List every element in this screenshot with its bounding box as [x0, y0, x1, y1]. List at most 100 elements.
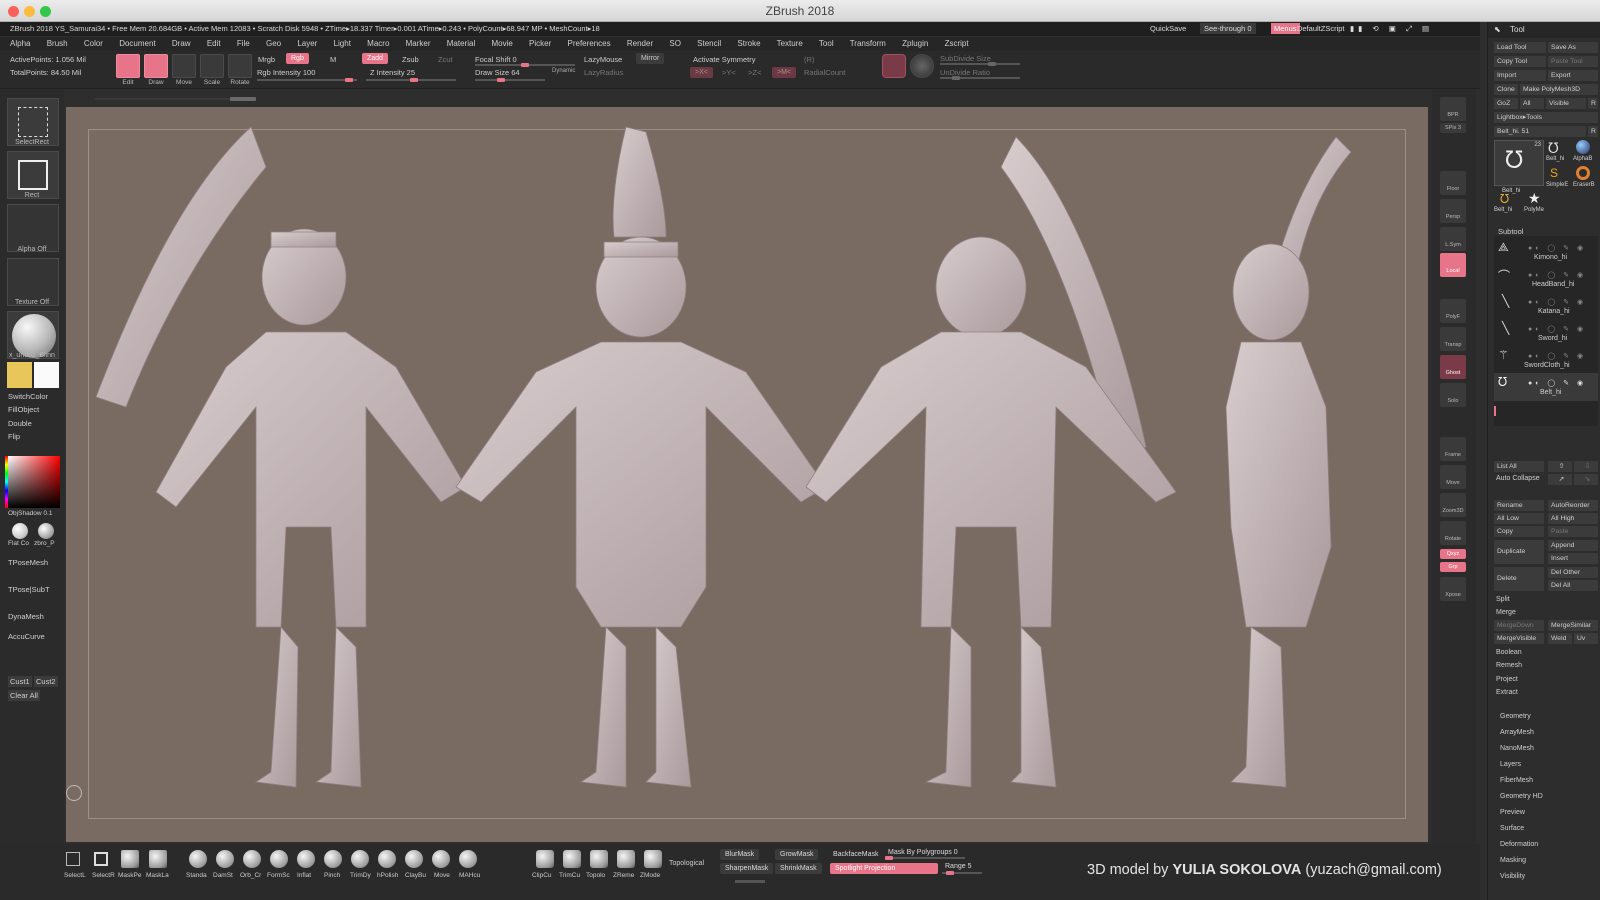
polyf-button[interactable]: PolyF: [1440, 299, 1466, 323]
layout-icons[interactable]: ▮▮ ⟲ ▣ ⤢ ▤: [1350, 22, 1433, 36]
zoom3d-button[interactable]: Zoom3D: [1440, 493, 1466, 517]
spix-slider[interactable]: SPix 3: [1440, 123, 1466, 133]
mergesimilar-button[interactable]: MergeSimilar: [1548, 620, 1598, 631]
eraserbrush-icon[interactable]: [1576, 166, 1590, 180]
current-tool-thumb[interactable]: ᘮ 23: [1494, 140, 1544, 186]
selectlasso-icon[interactable]: [66, 852, 80, 866]
arrow-icon[interactable]: ➚: [1548, 474, 1572, 485]
move-down-icon[interactable]: ⇩: [1574, 461, 1598, 472]
delete-button[interactable]: Delete: [1494, 567, 1544, 591]
import-button[interactable]: Import: [1494, 70, 1546, 81]
goz-r-button[interactable]: R: [1588, 98, 1598, 109]
geometry-section[interactable]: Geometry: [1500, 713, 1531, 720]
undivide-ratio-slider[interactable]: UnDivide Ratio: [940, 68, 990, 77]
floor-button[interactable]: Floor: [1440, 171, 1466, 195]
masklasso-icon[interactable]: [149, 850, 167, 868]
growmask-button[interactable]: GrowMask: [775, 849, 819, 860]
color-picker[interactable]: [8, 456, 60, 508]
geometry-hd-section[interactable]: Geometry HD: [1500, 793, 1543, 800]
trimcurve-icon[interactable]: [563, 850, 581, 868]
radialcount-slider[interactable]: RadialCount: [804, 68, 845, 77]
menu-render[interactable]: Render: [627, 39, 653, 48]
bottom-tray-scroll[interactable]: [735, 880, 765, 883]
zbro-material-icon[interactable]: [38, 523, 54, 539]
topological-toggle[interactable]: Topological: [669, 860, 704, 867]
paste-tool-button[interactable]: Paste Tool: [1548, 56, 1598, 67]
subtool-eye-icons-2[interactable]: ●◐ ◯ ✎ ◉: [1528, 298, 1586, 306]
auto-collapse-toggle[interactable]: Auto Collapse: [1496, 475, 1540, 482]
tool-palette-header[interactable]: ⬉ Tool: [1488, 22, 1600, 38]
orb-cracks-brush-icon[interactable]: [243, 850, 261, 868]
default-zscript-button[interactable]: DefaultZScript: [1297, 22, 1345, 36]
menu-so[interactable]: SO: [669, 39, 681, 48]
mrgb-button[interactable]: Mrgb: [258, 55, 275, 64]
del-all-button[interactable]: Del All: [1548, 580, 1598, 591]
weld-button[interactable]: Weld: [1548, 633, 1572, 644]
dynamic-toggle[interactable]: Dynamic: [552, 68, 575, 74]
edit-mode-button[interactable]: [116, 54, 140, 78]
menu-movie[interactable]: Movie: [491, 39, 512, 48]
cust1-button[interactable]: Cust1: [8, 676, 32, 687]
subtool-eye-icons-3[interactable]: ●◐ ◯ ✎ ◉: [1528, 325, 1586, 333]
grp-button[interactable]: Grp: [1440, 562, 1466, 572]
subtool-thumb-3[interactable]: ╲: [1502, 321, 1509, 335]
arraymesh-section[interactable]: ArrayMesh: [1500, 729, 1534, 736]
clear-all-button[interactable]: Clear All: [8, 690, 40, 701]
belt-slider[interactable]: Belt_hi. 51: [1494, 126, 1586, 137]
sharpenmask-button[interactable]: SharpenMask: [720, 863, 774, 874]
extract-section[interactable]: Extract: [1496, 689, 1518, 696]
qxyz-button[interactable]: Qxyz: [1440, 549, 1466, 559]
project-section[interactable]: Project: [1496, 676, 1518, 683]
sym-z-button[interactable]: >Z<: [748, 68, 761, 77]
samurai-model-views[interactable]: [66, 107, 1428, 842]
xpose-button[interactable]: Xpose: [1440, 577, 1466, 601]
subtool-thumb-4[interactable]: ⚚: [1498, 348, 1509, 362]
range-track[interactable]: [942, 871, 982, 875]
duplicate-button[interactable]: Duplicate: [1494, 540, 1544, 564]
move-brush-icon[interactable]: [432, 850, 450, 868]
menu-zscript[interactable]: Zscript: [945, 39, 969, 48]
menu-zplugin[interactable]: Zplugin: [902, 39, 928, 48]
menu-layer[interactable]: Layer: [297, 39, 317, 48]
paste-button[interactable]: Paste: [1548, 526, 1598, 537]
accucurve-button[interactable]: AccuCurve: [8, 632, 45, 641]
subtool-item-sword[interactable]: Sword_hi: [1538, 335, 1567, 342]
subtool-eye-icons-5[interactable]: ●◐ ◯ ✎ ◉: [1528, 379, 1586, 387]
lazymouse-toggle[interactable]: LazyMouse: [584, 55, 622, 64]
switchcolor-button[interactable]: SwitchColor: [8, 392, 48, 401]
topology-icon[interactable]: [590, 850, 608, 868]
draw-mode-button[interactable]: [144, 54, 168, 78]
belt-small-icon[interactable]: ᘮ: [1500, 192, 1509, 207]
clipcurve-icon[interactable]: [536, 850, 554, 868]
draw-size-track[interactable]: [475, 78, 545, 82]
sym-y-button[interactable]: >Y<: [722, 68, 736, 77]
layers-section[interactable]: Layers: [1500, 761, 1521, 768]
standard-brush-icon[interactable]: [189, 850, 207, 868]
rgb-button[interactable]: Rgb: [286, 53, 309, 64]
merge-section[interactable]: Merge: [1496, 609, 1516, 616]
alpha-tile[interactable]: [7, 204, 59, 252]
objshadow-slider[interactable]: ObjShadow 0.1: [8, 510, 52, 517]
subtool-thumb-0[interactable]: ⟁: [1498, 240, 1509, 255]
lazyradius-slider[interactable]: LazyRadius: [584, 68, 623, 77]
preview-section[interactable]: Preview: [1500, 809, 1525, 816]
flat-color-material-icon[interactable]: [12, 523, 28, 539]
claybuildup-brush-icon[interactable]: [405, 850, 423, 868]
export-button[interactable]: Export: [1548, 70, 1598, 81]
secondary-color-swatch[interactable]: [34, 362, 59, 388]
hpolish-brush-icon[interactable]: [378, 850, 396, 868]
rotate-mode-button[interactable]: [228, 54, 252, 78]
primary-color-swatch[interactable]: [7, 362, 32, 388]
cust2-button[interactable]: Cust2: [34, 676, 58, 687]
solo-button[interactable]: Solo: [1440, 383, 1466, 407]
autoreorder-button[interactable]: AutoReorder: [1548, 500, 1598, 511]
tray-scroll-thumb[interactable]: [230, 97, 256, 101]
subtool-header[interactable]: Subtool: [1498, 227, 1523, 236]
load-tool-button[interactable]: Load Tool: [1494, 42, 1546, 53]
bpr-button[interactable]: BPR: [1440, 97, 1466, 121]
menu-preferences[interactable]: Preferences: [568, 39, 611, 48]
menu-file[interactable]: File: [237, 39, 250, 48]
mask-by-polygroups-track[interactable]: [885, 856, 965, 860]
append-button[interactable]: Append: [1548, 540, 1598, 551]
all-low-button[interactable]: All Low: [1494, 513, 1544, 524]
